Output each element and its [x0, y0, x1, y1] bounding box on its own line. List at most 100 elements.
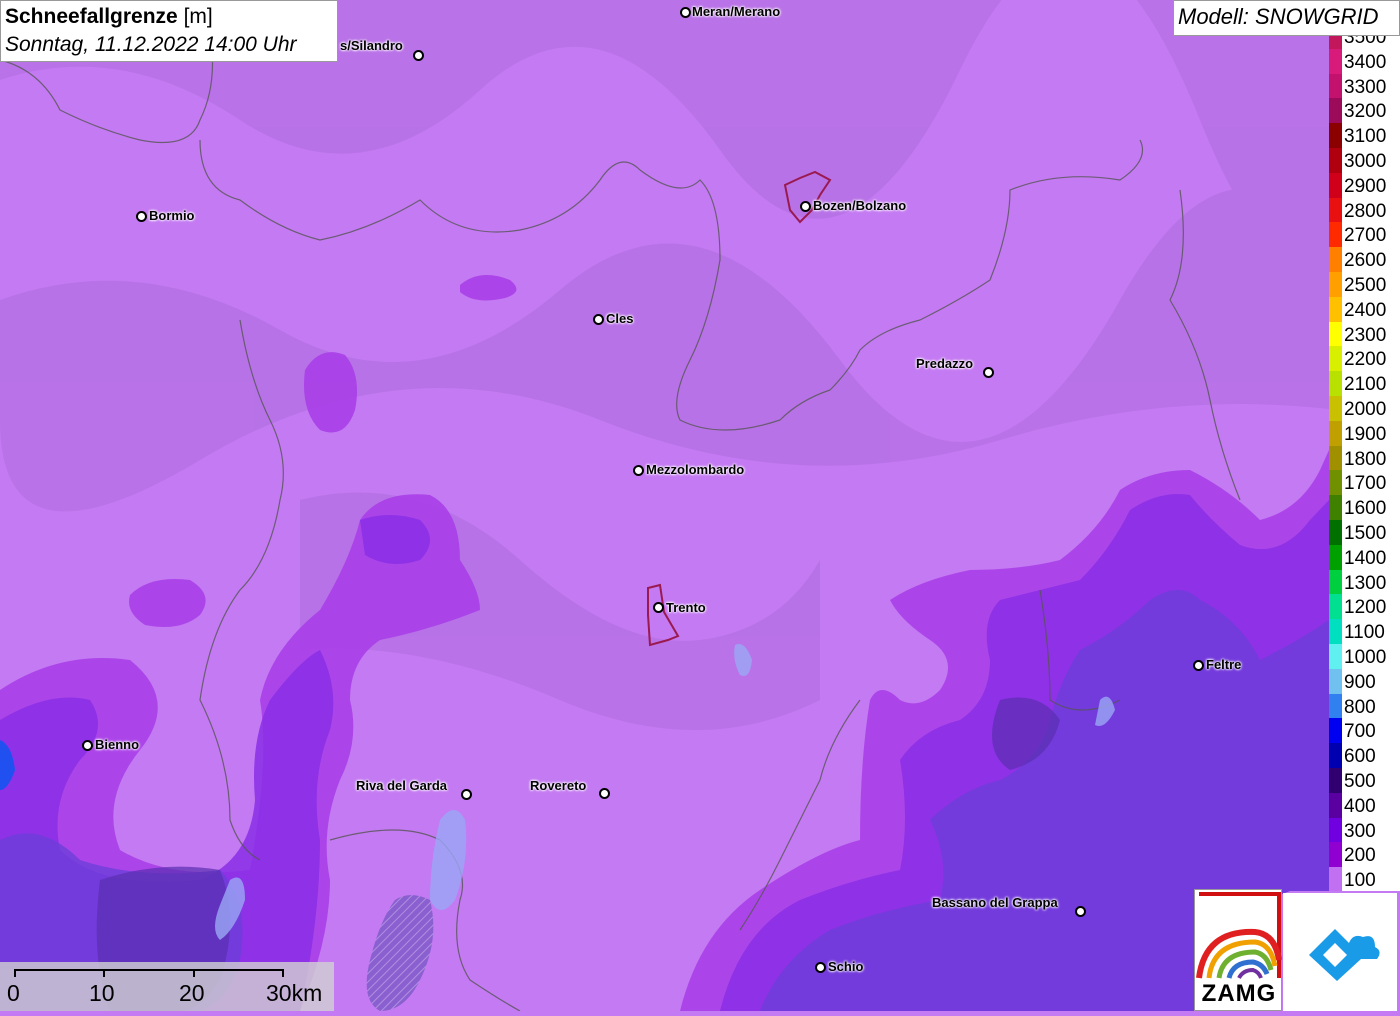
city-marker[interactable]	[599, 788, 610, 799]
legend-swatch	[1329, 495, 1342, 521]
city-label: Trento	[666, 600, 706, 615]
legend-row: 500	[1329, 768, 1400, 793]
legend-row: 3400	[1329, 48, 1400, 74]
city-marker[interactable]	[461, 789, 472, 800]
legend-row: 1200	[1329, 594, 1400, 620]
legend-label: 3000	[1344, 151, 1387, 172]
legend-label: 200	[1344, 845, 1376, 867]
city-marker[interactable]	[413, 50, 424, 61]
legend-label: 2000	[1344, 399, 1387, 420]
city-marker[interactable]	[633, 465, 644, 476]
legend-label: 3400	[1344, 51, 1387, 73]
legend-label: 2100	[1344, 374, 1387, 396]
scale-label-20: 20	[179, 980, 205, 1006]
city-marker[interactable]	[653, 602, 664, 613]
city-label: Predazzo	[916, 356, 974, 371]
legend-swatch	[1329, 321, 1342, 347]
legend-row: 3200	[1329, 98, 1400, 124]
legend-row: 200	[1329, 842, 1400, 868]
legend-swatch	[1329, 768, 1342, 793]
color-legend: 3500 3400 3300 3200 3100 3000 2900 2800 2700 2600…	[1329, 36, 1400, 891]
legend-row: 1000	[1329, 644, 1400, 669]
cloud-icon	[1309, 929, 1380, 981]
map-title: Schneefallgrenze [m]	[5, 5, 213, 28]
city-marker[interactable]	[680, 7, 691, 18]
legend-label: 1500	[1344, 523, 1387, 544]
legend-label: 1100	[1344, 622, 1385, 644]
legend-label: 1900	[1344, 423, 1387, 445]
legend-row: 900	[1329, 668, 1400, 694]
city-marker[interactable]	[82, 740, 93, 751]
legend-row: 2900	[1329, 172, 1400, 198]
legend-label: 1800	[1344, 448, 1387, 470]
zamg-logo-text: ZAMG	[1201, 980, 1277, 1007]
legend-row: 700	[1329, 718, 1400, 744]
legend-row: 2800	[1329, 197, 1400, 223]
legend-row: 1700	[1329, 470, 1400, 496]
legend-swatch	[1329, 619, 1342, 645]
city-label: Bassano del Grappa	[932, 895, 1058, 910]
city-marker[interactable]	[136, 211, 147, 222]
legend-label: 1200	[1344, 597, 1387, 619]
legend-swatch	[1329, 296, 1342, 322]
legend-swatch	[1329, 693, 1342, 719]
legend-swatch	[1329, 123, 1342, 149]
legend-row: 1500	[1329, 520, 1400, 545]
legend-row: 3000	[1329, 148, 1400, 173]
city-marker[interactable]	[1075, 906, 1086, 917]
legend-swatch	[1329, 272, 1342, 297]
legend-swatch	[1329, 197, 1342, 223]
legend-row: 1600	[1329, 495, 1400, 521]
legend-row: 100	[1329, 867, 1400, 891]
city-label: s/Silandro	[340, 38, 403, 53]
legend-row: 400	[1329, 792, 1400, 818]
legend-swatch	[1329, 172, 1342, 198]
snowfall-map[interactable]	[0, 0, 1400, 1011]
legend-row: 2700	[1329, 222, 1400, 248]
zamg-logo[interactable]: ZAMG	[1194, 889, 1282, 1011]
legend-row: 3100	[1329, 123, 1400, 149]
legend-swatch	[1329, 743, 1342, 769]
legend-swatch	[1329, 842, 1342, 868]
city-marker[interactable]	[1193, 660, 1204, 671]
legend-label: 2700	[1344, 225, 1387, 247]
legend-row: 2500	[1329, 272, 1400, 297]
title-box: Schneefallgrenze [m] Sonntag, 11.12.2022…	[0, 0, 338, 62]
legend-label: 3500	[1344, 36, 1387, 48]
city-marker[interactable]	[815, 962, 826, 973]
city-marker[interactable]	[800, 201, 811, 212]
legend-swatch	[1329, 569, 1342, 595]
legend-row: 800	[1329, 693, 1400, 719]
legend-label: 100	[1344, 870, 1376, 891]
legend-row: 600	[1329, 743, 1400, 769]
legend-label: 900	[1344, 671, 1376, 693]
legend-row: 2000	[1329, 396, 1400, 421]
city-label: Cles	[606, 311, 634, 326]
legend-label: 2300	[1344, 324, 1387, 346]
legend-label: 3200	[1344, 101, 1387, 123]
legend-label: 800	[1344, 696, 1376, 718]
city-label: Feltre	[1206, 657, 1242, 672]
legend-label: 3300	[1344, 76, 1387, 98]
city-label: Meran/Merano	[692, 4, 781, 19]
city-marker[interactable]	[593, 314, 604, 325]
legend-label: 2800	[1344, 200, 1387, 222]
city-label: Bormio	[149, 208, 195, 223]
legend-swatch	[1329, 222, 1342, 248]
legend-row: 3500	[1329, 36, 1400, 49]
scale-label-0: 0	[7, 980, 20, 1006]
legend-swatch	[1329, 792, 1342, 818]
legend-swatch	[1329, 470, 1342, 496]
city-label: Mezzolombardo	[646, 462, 745, 477]
legend-label: 3100	[1344, 126, 1387, 148]
city-marker[interactable]	[983, 367, 994, 378]
city-label: Schio	[828, 959, 864, 974]
legend-swatch	[1329, 420, 1342, 446]
legend-swatch	[1329, 594, 1342, 620]
legend-label: 1400	[1344, 547, 1387, 569]
weather-cloud-logo[interactable]	[1283, 893, 1397, 1011]
legend-label: 700	[1344, 721, 1376, 743]
legend-label: 2900	[1344, 175, 1387, 197]
legend-row: 1400	[1329, 544, 1400, 570]
legend-swatch	[1329, 718, 1342, 744]
